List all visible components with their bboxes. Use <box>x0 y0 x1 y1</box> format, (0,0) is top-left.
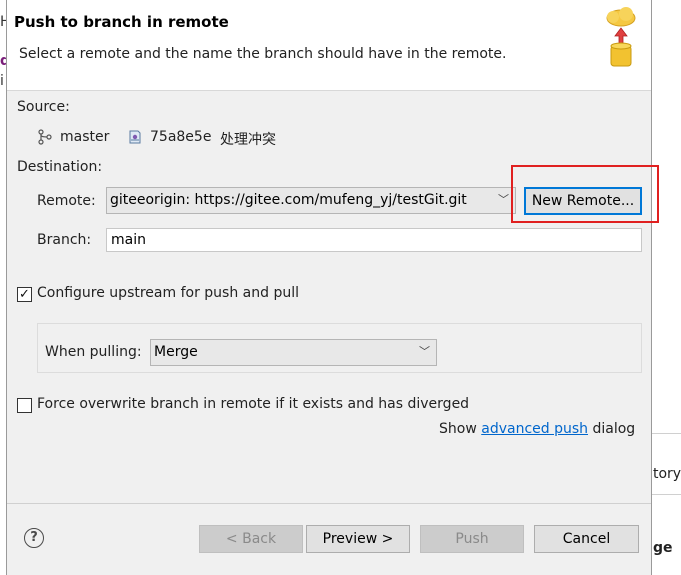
cloud-push-icon <box>606 7 636 67</box>
cancel-button[interactable]: Cancel <box>534 525 639 553</box>
branch-label: Branch: <box>37 232 92 248</box>
source-commit-message: 处理冲突 <box>220 132 276 148</box>
when-pulling-label: When pulling: <box>45 344 142 360</box>
remote-select-value: giteeorigin: https://gitee.com/mufeng_yj… <box>110 192 467 208</box>
configure-upstream-label: Configure upstream for push and pull <box>37 285 299 301</box>
force-overwrite-checkbox[interactable] <box>17 398 32 413</box>
when-pulling-value: Merge <box>154 344 198 360</box>
back-button[interactable]: < Back <box>199 525 303 553</box>
background-tab-label: tory <box>653 466 681 482</box>
upstream-options-group: When pulling: Merge ﹀ <box>37 323 642 373</box>
source-commit-id: 75a8e5e <box>150 129 212 145</box>
background-tab-label: ge <box>653 540 673 556</box>
force-overwrite-label: Force overwrite branch in remote if it e… <box>37 396 470 412</box>
push-button[interactable]: Push <box>420 525 524 553</box>
dialog-text: dialog <box>592 421 636 437</box>
preview-button[interactable]: Preview > <box>306 525 410 553</box>
chevron-down-icon: ﹀ <box>419 345 430 358</box>
dialog-title: Push to branch in remote <box>14 13 229 31</box>
dialog-description: Select a remote and the name the branch … <box>19 46 507 62</box>
show-text: Show <box>439 421 477 437</box>
help-icon[interactable]: ? <box>24 528 44 548</box>
configure-upstream-checkbox[interactable]: ✓ <box>17 287 32 302</box>
git-branch-icon <box>38 129 52 145</box>
destination-label: Destination: <box>17 159 103 175</box>
footer-divider <box>7 503 651 504</box>
chevron-down-icon: ﹀ <box>498 193 509 206</box>
source-branch-name: master <box>60 129 110 145</box>
advanced-push-link[interactable]: advanced push <box>481 421 588 437</box>
advanced-push-hint: Show advanced push dialog <box>439 421 635 437</box>
branch-input[interactable]: main <box>106 228 642 252</box>
push-branch-dialog: Push to branch in remote Select a remote… <box>6 0 659 575</box>
git-commit-icon <box>129 130 141 144</box>
background-divider <box>652 433 681 434</box>
when-pulling-select[interactable]: Merge ﹀ <box>150 339 437 366</box>
background-divider <box>652 494 681 495</box>
source-label: Source: <box>17 99 70 115</box>
remote-select[interactable]: giteeorigin: https://gitee.com/mufeng_yj… <box>106 187 516 214</box>
annotation-highlight-box <box>511 165 659 223</box>
background-glyph: i <box>0 73 4 89</box>
dialog-header: Push to branch in remote Select a remote… <box>7 0 651 91</box>
remote-label: Remote: <box>37 193 96 209</box>
